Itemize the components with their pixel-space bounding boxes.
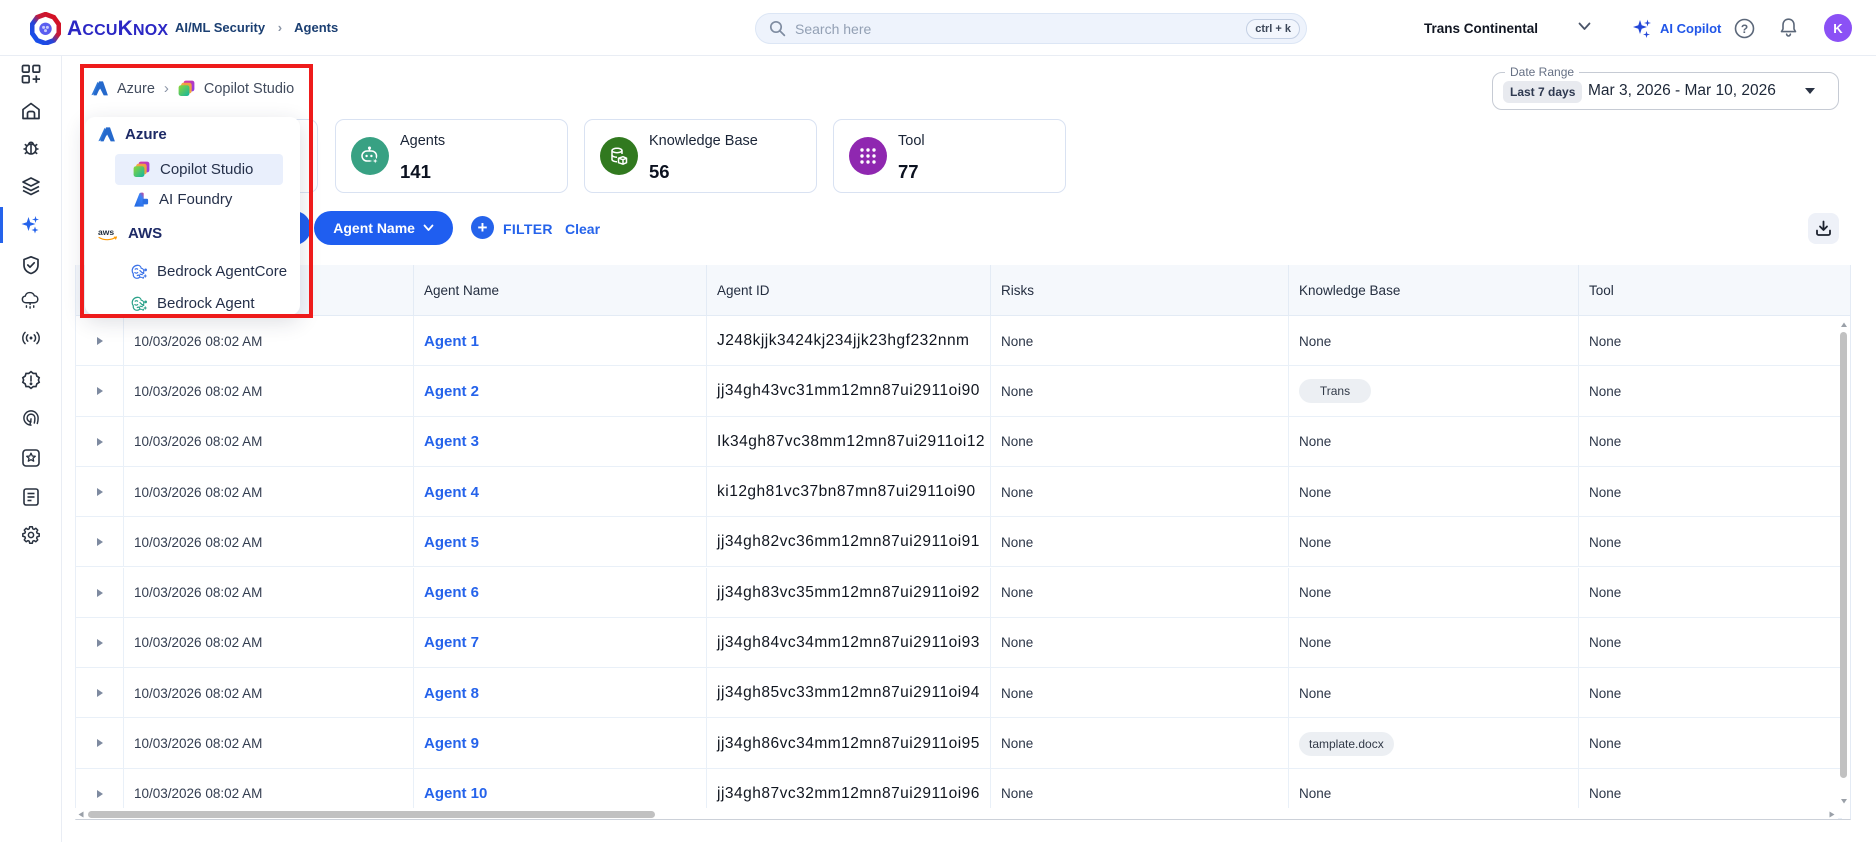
svg-text:?: ?: [1741, 22, 1748, 36]
